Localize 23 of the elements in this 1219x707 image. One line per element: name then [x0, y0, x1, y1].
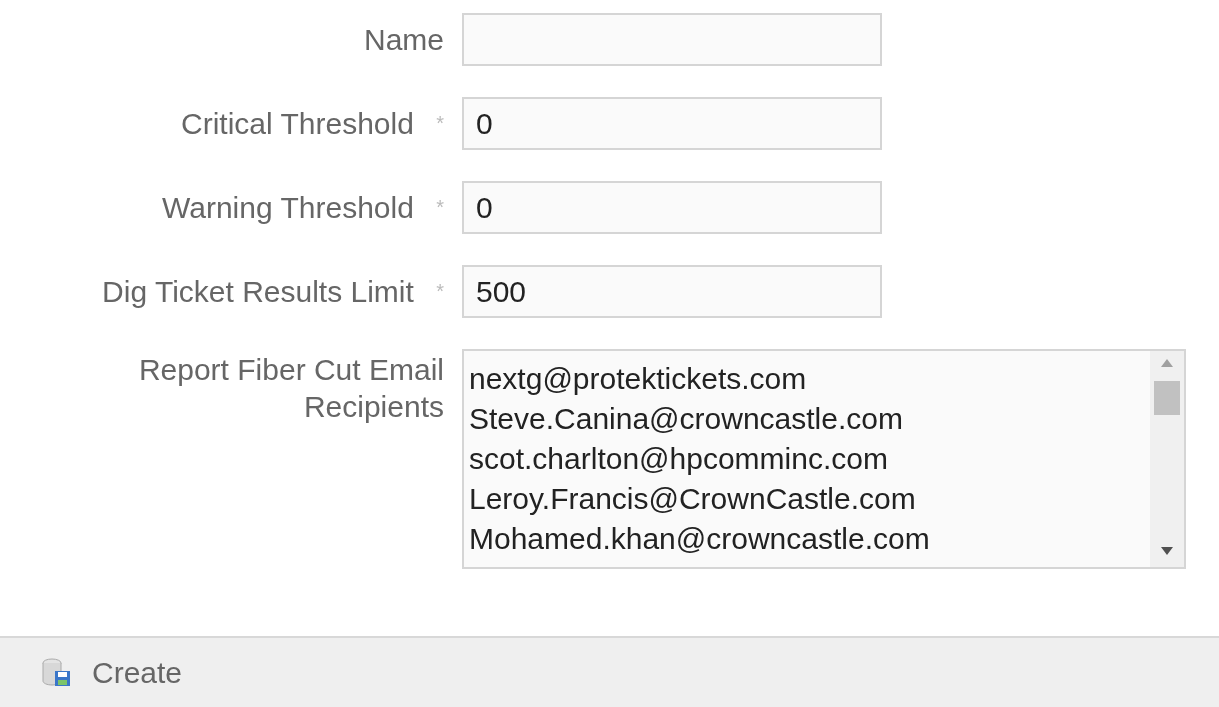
- email-line: Leroy.Francis@CrownCastle.com: [469, 481, 917, 517]
- create-button[interactable]: Create: [40, 650, 183, 695]
- scroll-up-icon[interactable]: [1161, 359, 1173, 367]
- required-asterisk: *: [436, 195, 444, 220]
- field-label: Report Fiber Cut Email Recipients: [138, 353, 444, 423]
- field-label: Name: [363, 23, 444, 56]
- email-line: nextg@protektickets.com: [469, 361, 808, 397]
- email-line: scot.charlton@hpcomminc.com: [469, 441, 889, 477]
- scroll-down-icon[interactable]: [1161, 547, 1173, 555]
- text-field[interactable]: [462, 13, 882, 66]
- text-field[interactable]: 0: [462, 181, 882, 234]
- required-asterisk: *: [436, 279, 444, 304]
- field-label: Warning Threshold: [162, 191, 414, 224]
- scrollbar[interactable]: [1150, 351, 1184, 567]
- required-asterisk: *: [436, 111, 444, 136]
- text-field[interactable]: 500: [462, 265, 882, 318]
- scrollbar-thumb[interactable]: [1154, 381, 1180, 415]
- field-label: Critical Threshold: [181, 107, 414, 140]
- field-label: Dig Ticket Results Limit: [102, 275, 414, 308]
- text-field[interactable]: 0: [462, 97, 882, 150]
- email-list-field[interactable]: nextg@protektickets.com Steve.Canina@crowncastle.com scot.charlton@hpcomminc.com Leroy.Francis@CrownCastle.com Mohamed.khan@crowncastle.com: [462, 349, 1186, 569]
- email-line: Mohamed.khan@crowncastle.com: [469, 521, 931, 557]
- email-line: Steve.Canina@crowncastle.com: [469, 401, 904, 437]
